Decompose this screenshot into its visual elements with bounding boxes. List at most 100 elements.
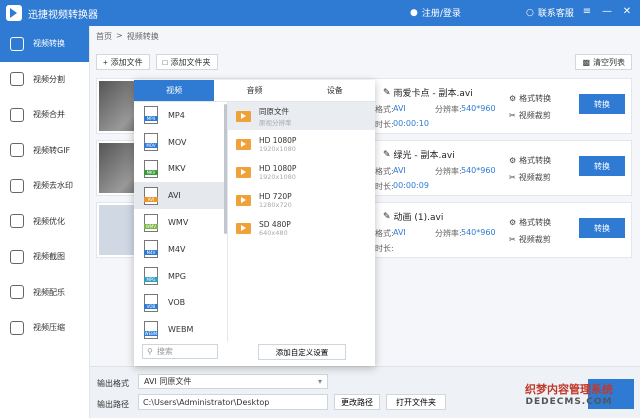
format-item-avi[interactable]: AVI AVI [134,182,227,210]
resolution-item[interactable]: HD 1080P 1920x1080 [228,130,375,158]
output-format-label: 输出格式 [97,379,129,388]
format-convert-action[interactable]: ⚙ 格式转换 [509,217,551,228]
file-icon-label: MOV [144,143,158,149]
file-icon: MKV [144,159,158,178]
convert-button[interactable]: 转换 [579,218,625,238]
format-label: MOV [168,137,187,147]
plus-icon: + [103,57,108,67]
clear-list-button[interactable]: ▩ 清空列表 [575,54,632,70]
format-item-mkv[interactable]: MKV MKV [134,156,227,183]
file-icon-label: VOB [144,303,158,309]
resolution-subtitle: 原视分辨率 [259,118,292,127]
resolution-value: 540*960 [461,104,496,113]
file-icon: AVI [144,186,158,205]
output-format-value: AVI 同原文件 [144,377,192,386]
format-convert-action[interactable]: ⚙ 格式转换 [509,155,551,166]
file-icon: WEBM [144,320,158,339]
sidebar-item-watermark[interactable]: 视频去水印 [0,168,89,204]
resolution-item[interactable]: HD 720P 1280x720 [228,186,375,214]
video-crop-action[interactable]: ✂ 视频裁剪 [509,110,551,121]
sidebar-item-gif[interactable]: 视频转GIF [0,133,89,169]
tab-audio[interactable]: 音频 [214,80,294,101]
output-format-select[interactable]: AVI 同原文件 ▾ [138,374,328,389]
menu-icon[interactable]: ≡ [582,6,592,17]
crop-icon: ✂ [509,173,516,182]
compress-icon [10,320,24,335]
minimize-icon[interactable]: — [602,6,612,17]
support-link[interactable]: ○ 联系客服 [526,6,574,20]
edit-icon[interactable]: ✎ [383,212,391,222]
format-item-m4v[interactable]: M4V M4V [134,236,227,263]
sidebar-item-music[interactable]: 视频配乐 [0,275,89,311]
file-icon: MPG [144,267,158,286]
file-icon-label: MP4 [144,116,158,122]
format-item-wmv[interactable]: WMV WMV [134,209,227,236]
tab-device[interactable]: 设备 [295,80,375,101]
resolution-item[interactable]: SD 480P 640x480 [228,214,375,242]
gear-icon: ⚙ [509,156,517,165]
add-custom-setting-button[interactable]: 添加自定义设置 [258,344,346,360]
resolution-subtitle: 640x480 [259,228,288,237]
format-label: MKV [168,164,186,174]
add-file-button[interactable]: + 添加文件 [96,54,150,70]
output-path-input[interactable]: C:\Users\Administrator\Desktop [138,394,328,410]
resolution-value: 540*960 [461,228,496,237]
watermark-line1: 织梦内容管理系统 [525,383,613,396]
format-list: MP4 MP4 MOV MOV MKV MKV AVI AVI WMV WMV M4V M4… [134,102,227,342]
resolution-label: 分辨率: [435,167,462,176]
format-search-input[interactable]: ⚲ 搜索 [142,344,218,359]
file-icon-label: WEBM [144,330,158,336]
merge-icon [10,107,24,122]
file-icon-label: MPG [144,277,158,283]
login-link[interactable]: ● 注册/登录 [410,6,461,20]
open-folder-button[interactable]: 打开文件夹 [386,394,446,410]
breadcrumb-home[interactable]: 首页 [96,31,112,42]
change-path-button[interactable]: 更改路径 [334,394,380,410]
sidebar-item-label: 视频去水印 [33,181,73,191]
screenshot-icon [10,249,24,264]
format-item-mp4[interactable]: MP4 MP4 [134,102,227,129]
format-item-mpg[interactable]: MPG MPG [134,263,227,290]
sidebar-item-split[interactable]: 视频分割 [0,62,89,98]
edit-icon[interactable]: ✎ [383,150,391,160]
watermark-line2: DEDECMS.COM [525,397,613,407]
sidebar-item-label: 视频转GIF [33,145,71,155]
video-file-icon [236,222,251,234]
resolution-item[interactable]: 同原文件 原视分辨率 [228,102,375,130]
resolution-list: 同原文件 原视分辨率 HD 1080P 1920x1080 HD 1080P 1920… [227,102,375,342]
video-crop-action[interactable]: ✂ 视频裁剪 [509,172,551,183]
close-icon[interactable]: ✕ [622,6,632,17]
edit-icon[interactable]: ✎ [383,88,391,98]
convert-icon [10,36,24,51]
format-value: AVI [393,104,406,113]
format-item-vob[interactable]: VOB VOB [134,290,227,317]
duration-value: 00:00:09 [393,181,429,190]
breadcrumb-separator: > [116,31,123,40]
app-logo-icon [6,5,22,21]
resolution-item[interactable]: HD 1080P 1920x1080 [228,158,375,186]
format-label: M4V [168,244,186,254]
add-folder-button[interactable]: □ 添加文件夹 [155,54,218,70]
convert-button[interactable]: 转换 [579,94,625,114]
sidebar-item-merge[interactable]: 视频合并 [0,97,89,133]
sidebar-item-screenshot[interactable]: 视频截图 [0,239,89,275]
sidebar: 视频转换 视频分割 视频合并 视频转GIF 视频去水印 视频优化 视频截图 视频… [0,26,90,418]
resolution-subtitle: 1920x1080 [259,172,296,181]
resolution-title: SD 480P [259,219,291,229]
optimize-icon [10,214,24,229]
format-item-mov[interactable]: MOV MOV [134,129,227,156]
format-convert-action[interactable]: ⚙ 格式转换 [509,93,551,104]
file-icon-label: MKV [144,169,158,175]
convert-button[interactable]: 转换 [579,156,625,176]
sidebar-item-compress[interactable]: 视频压缩 [0,310,89,346]
format-label: AVI [168,191,181,201]
sidebar-item-optimize[interactable]: 视频优化 [0,204,89,240]
resolution-label: 分辨率: [435,229,462,238]
tab-video[interactable]: 视频 [134,80,215,101]
video-crop-action[interactable]: ✂ 视频裁剪 [509,234,551,245]
format-item-webm[interactable]: WEBM WEBM [134,316,227,342]
support-label: 联系客服 [537,9,574,19]
sidebar-item-label: 视频转换 [33,39,65,49]
file-icon-label: AVI [144,196,158,202]
sidebar-item-convert[interactable]: 视频转换 [0,26,89,62]
